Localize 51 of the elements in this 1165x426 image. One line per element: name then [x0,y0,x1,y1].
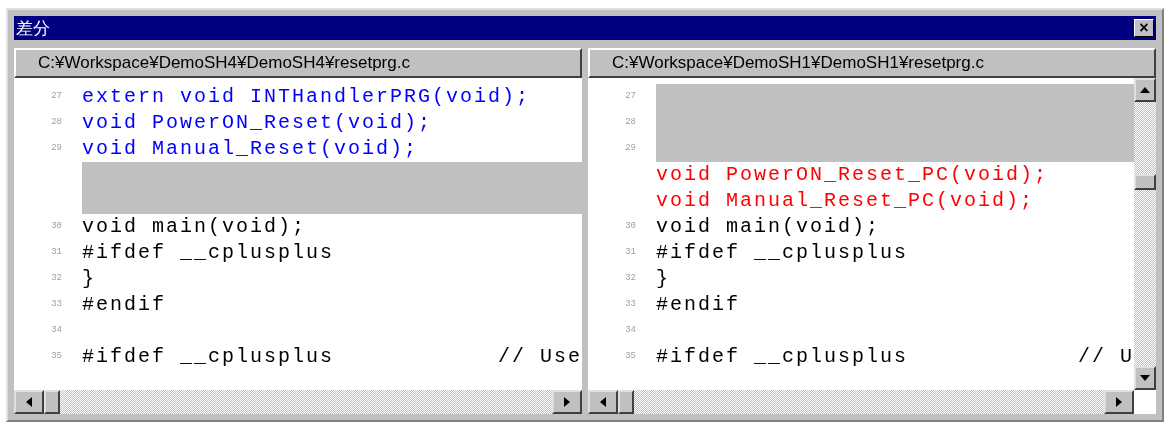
line-number: 34 [625,324,636,338]
line-number: 29 [51,142,62,156]
code-line: #ifdef __cplusplus [656,344,909,370]
line-number: 35 [51,350,62,364]
code-line: void Manual_Reset(void); [82,136,419,162]
scroll-right-icon[interactable] [552,390,582,414]
scroll-thumb[interactable] [618,390,634,414]
line-number: 32 [51,272,62,286]
scroll-right-icon[interactable] [1104,390,1134,414]
code-line: #endif [656,292,740,318]
scroll-down-icon[interactable] [1134,366,1156,390]
line-number: 29 [625,142,636,156]
horizontal-scrollbar[interactable] [588,390,1134,414]
vertical-scrollbar[interactable] [1134,78,1156,390]
line-number: 31 [51,246,62,260]
code-line: } [82,266,96,292]
code-line: void main(void); [656,214,881,240]
code-line: void Manual_Reset_PC(void); [656,188,1035,214]
horizontal-scrollbar[interactable] [14,390,582,414]
line-number: 28 [625,116,636,130]
scroll-thumb[interactable] [44,390,60,414]
line-number: 33 [625,298,636,312]
close-button[interactable]: × [1134,19,1154,37]
scroll-left-icon[interactable] [14,390,44,414]
code-line: #ifdef __cplusplus [82,344,335,370]
line-number: 35 [625,350,636,364]
file-path-header[interactable]: C:¥Workspace¥DemoSH1¥DemoSH1¥resetprg.c [588,48,1156,78]
file-path-header[interactable]: C:¥Workspace¥DemoSH4¥DemoSH4¥resetprg.c [14,48,582,78]
line-number: 30 [625,220,636,234]
line-number: 31 [625,246,636,260]
code-line: #endif [82,292,166,318]
line-number: 28 [51,116,62,130]
line-number: 30 [51,220,62,234]
scroll-up-icon[interactable] [1134,78,1156,102]
code-line: } [656,266,670,292]
code-line: void main(void); [82,214,307,240]
scroll-thumb[interactable] [1134,174,1156,190]
line-number: 27 [51,90,62,104]
code-line: void PowerON_Reset(void); [82,110,433,136]
line-number: 32 [625,272,636,286]
code-comment: // U [1078,344,1134,370]
code-line: #ifdef __cplusplus [656,240,909,266]
window-title: 差分 [16,17,50,39]
line-number: 33 [51,298,62,312]
code-line: void PowerON_Reset_PC(void); [656,162,1049,188]
code-comment: // Use [498,344,582,370]
line-number: 27 [625,90,636,104]
scroll-left-icon[interactable] [588,390,618,414]
code-line: extern void INTHandlerPRG(void); [82,84,531,110]
code-line: #ifdef __cplusplus [82,240,335,266]
line-number: 34 [51,324,62,338]
